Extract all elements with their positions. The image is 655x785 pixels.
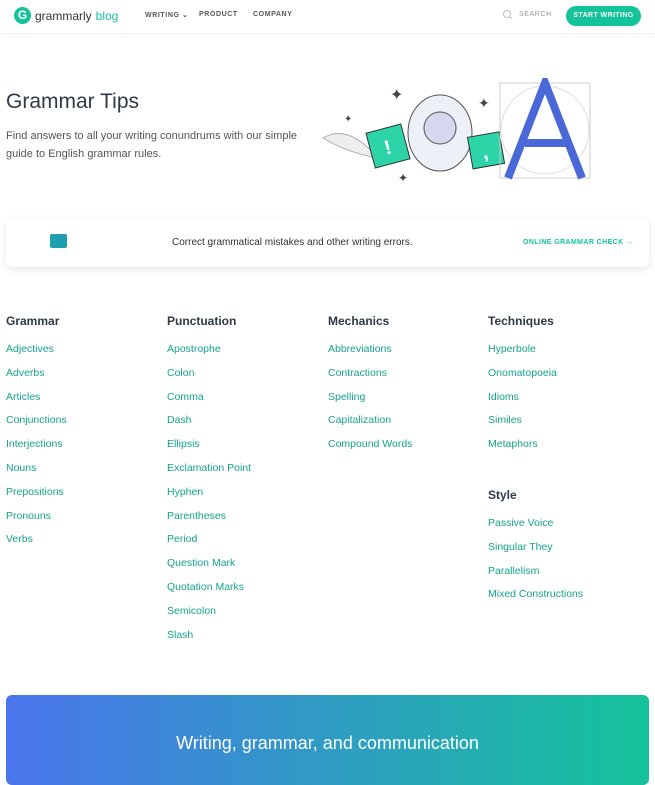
column-title: Techniques: [488, 314, 554, 328]
page-subtitle: Find answers to all your writing conundr…: [6, 130, 298, 160]
search-icon: [503, 10, 513, 20]
promo-banner: Writing, grammar, and communication: [6, 695, 649, 785]
nav-writing[interactable]: WRITING ⌄: [145, 11, 189, 19]
topic-link[interactable]: Apostrophe: [167, 343, 251, 367]
topic-link[interactable]: Spelling: [328, 391, 412, 415]
column-grammar: Grammar Adjectives Adverbs Articles Conjunc…: [6, 314, 67, 557]
topic-link[interactable]: Interjections: [6, 438, 67, 462]
start-writing-button[interactable]: START WRITING: [566, 6, 641, 26]
logo-word: grammarly: [35, 8, 92, 23]
page-title: Grammar Tips: [6, 90, 140, 113]
topic-link[interactable]: Contractions: [328, 367, 412, 391]
shakespeare-portrait: [423, 111, 457, 145]
column-mechanics: Mechanics Abbreviations Contractions Spell…: [328, 314, 412, 462]
svg-text:✦: ✦: [390, 87, 403, 104]
letter-a: [504, 78, 586, 180]
topic-link[interactable]: Pronouns: [6, 510, 67, 534]
topic-link[interactable]: Semicolon: [167, 605, 251, 629]
column-punctuation: Punctuation Apostrophe Colon Comma Dash Elli…: [167, 314, 251, 652]
column-title: Style: [488, 488, 517, 502]
column-title: Mechanics: [328, 314, 390, 328]
chevron-down-icon: ⌄: [182, 12, 189, 19]
topic-link[interactable]: Question Mark: [167, 557, 251, 581]
topic-link[interactable]: Conjunctions: [6, 414, 67, 438]
top-nav: G grammarly blog WRITING ⌄ PRODUCT COMPA…: [0, 0, 655, 34]
topic-link[interactable]: Mixed Constructions: [488, 588, 583, 612]
topic-link[interactable]: Idioms: [488, 391, 557, 415]
topic-link[interactable]: Ellipsis: [167, 438, 251, 462]
hero-illustration: ! , ✦ ✦ ✦ ✦: [322, 78, 591, 185]
grammar-check-card: Correct grammatical mistakes and other w…: [6, 219, 649, 267]
topic-link[interactable]: Abbreviations: [328, 343, 412, 367]
card-text: Correct grammatical mistakes and other w…: [172, 237, 413, 248]
topic-link[interactable]: Onomatopoeia: [488, 367, 557, 391]
topic-link[interactable]: Adjectives: [6, 343, 67, 367]
svg-text:✦: ✦: [398, 171, 408, 185]
svg-text:✦: ✦: [344, 114, 352, 125]
svg-text:✦: ✦: [478, 95, 490, 111]
topic-link[interactable]: Parentheses: [167, 510, 251, 534]
topic-link[interactable]: Singular They: [488, 541, 583, 565]
topic-link[interactable]: Hyperbole: [488, 343, 557, 367]
topic-link[interactable]: Verbs: [6, 533, 67, 557]
topic-link[interactable]: Similes: [488, 414, 557, 438]
nav-company[interactable]: COMPANY: [253, 11, 292, 18]
topic-link[interactable]: Compound Words: [328, 438, 412, 462]
topic-link[interactable]: Quotation Marks: [167, 581, 251, 605]
exclamation-card: !: [365, 123, 411, 169]
banner-text: Writing, grammar, and communication: [176, 733, 479, 753]
topic-link[interactable]: Exclamation Point: [167, 462, 251, 486]
topic-link[interactable]: Colon: [167, 367, 251, 391]
comma-card: ,: [466, 131, 506, 170]
topic-link[interactable]: Nouns: [6, 462, 67, 486]
column-style: Style Passive Voice Singular They Parallel…: [488, 488, 583, 612]
topic-link[interactable]: Passive Voice: [488, 517, 583, 541]
topic-link[interactable]: Prepositions: [6, 486, 67, 510]
topic-link[interactable]: Hyphen: [167, 486, 251, 510]
topic-link[interactable]: Period: [167, 533, 251, 557]
grammarly-logo-icon: G: [14, 7, 31, 24]
topic-link[interactable]: Metaphors: [488, 438, 557, 462]
nav-product[interactable]: PRODUCT: [199, 11, 238, 18]
topic-link[interactable]: Comma: [167, 391, 251, 415]
topic-link[interactable]: Adverbs: [6, 367, 67, 391]
search-button[interactable]: SEARCH: [502, 9, 552, 20]
search-label: SEARCH: [519, 11, 552, 18]
column-title: Punctuation: [167, 314, 237, 328]
logo-blog: blog: [95, 8, 119, 23]
column-title: Grammar: [6, 314, 60, 328]
topic-link[interactable]: Articles: [6, 391, 67, 415]
logo[interactable]: G grammarly blog: [14, 7, 118, 24]
online-grammar-check-link[interactable]: ONLINE GRAMMAR CHECK →: [523, 239, 633, 246]
topic-link[interactable]: Dash: [167, 414, 251, 438]
topic-link[interactable]: Slash: [167, 629, 251, 653]
column-techniques: Techniques Hyperbole Onomatopoeia Idioms Si…: [488, 314, 557, 462]
topic-link[interactable]: Capitalization: [328, 414, 412, 438]
topic-link[interactable]: Parallelism: [488, 565, 583, 589]
document-icon: [50, 234, 67, 248]
